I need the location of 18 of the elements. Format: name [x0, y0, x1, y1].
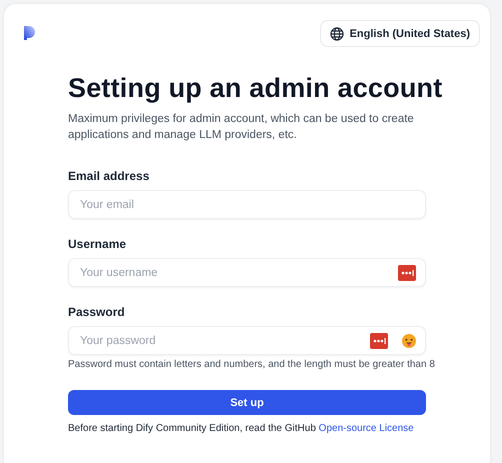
input-field[interactable]: Your email [68, 190, 426, 219]
field-label: Username [68, 237, 128, 251]
input-field[interactable]: Your password [68, 326, 426, 355]
logo-icon [24, 26, 36, 40]
license-link[interactable]: Open-source License [318, 423, 414, 434]
input-field[interactable]: Your username [68, 258, 426, 287]
footer-text: Before starting Dify Community Edition, read the GitHub Open-source License [68, 423, 415, 434]
password-manager-icon[interactable] [398, 264, 416, 280]
language-button[interactable]: English (United States) [320, 20, 480, 47]
field-label: Email address [68, 169, 150, 183]
description: Maximum privileges for admin account, which can be used to create applications and manage LLM providers, etc. [68, 112, 415, 143]
setup-button[interactable]: Set up [68, 390, 426, 415]
emoji-icon[interactable] [402, 334, 416, 348]
page-title: Setting up an admin account [68, 72, 442, 105]
password-manager-icon[interactable] [370, 332, 388, 348]
hint-text: Password must contain letters and numbers, and the length must be greater than 8 [68, 359, 435, 370]
field-label: Password [68, 305, 126, 319]
globe-icon [330, 26, 344, 40]
